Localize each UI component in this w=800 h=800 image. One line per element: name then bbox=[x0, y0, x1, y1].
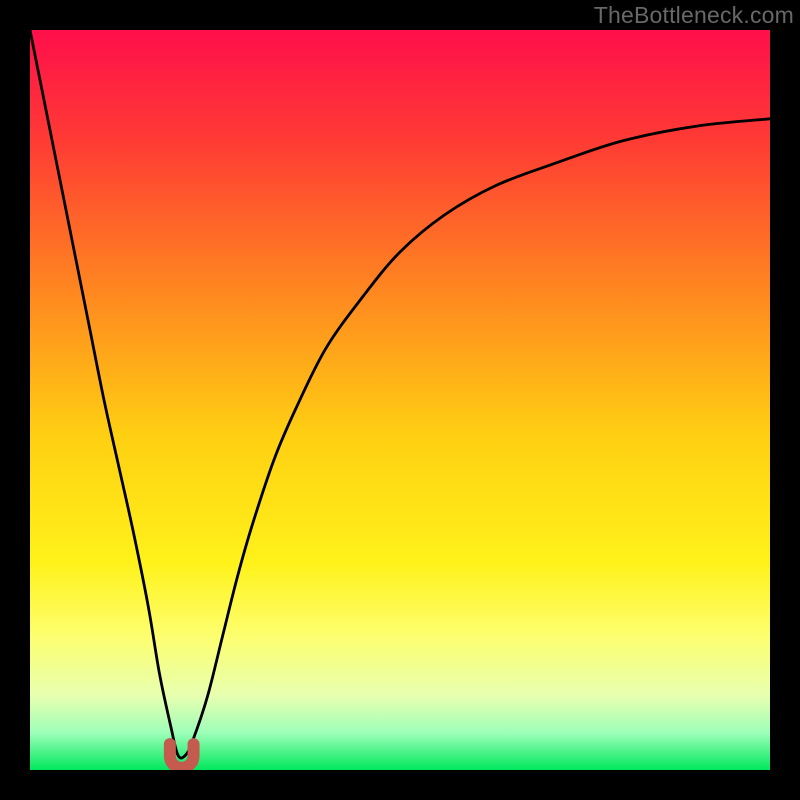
gradient-background bbox=[30, 30, 770, 770]
watermark-text: TheBottleneck.com bbox=[594, 2, 794, 29]
chart-frame: TheBottleneck.com bbox=[0, 0, 800, 800]
plot-area bbox=[30, 30, 770, 770]
chart-svg bbox=[30, 30, 770, 770]
